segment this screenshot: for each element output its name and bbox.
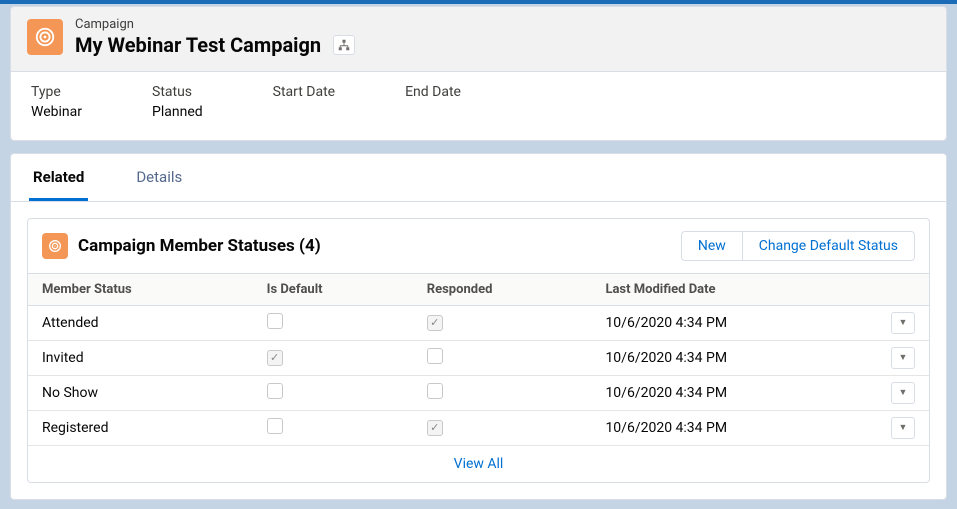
view-all-link[interactable]: View All <box>454 456 504 472</box>
new-button[interactable]: New <box>681 231 743 261</box>
cell-status[interactable]: Registered <box>28 410 253 445</box>
tab-details[interactable]: Details <box>132 154 186 201</box>
cell-is-default <box>253 305 413 340</box>
campaign-icon <box>27 19 63 55</box>
checkbox-responded <box>427 383 443 399</box>
field-value: Webinar <box>31 104 82 120</box>
field-value: Planned <box>152 104 203 120</box>
cell-actions <box>877 340 929 375</box>
cell-modified: 10/6/2020 4:34 PM <box>591 375 877 410</box>
checkbox-is-default <box>267 383 283 399</box>
content-card: Related Details Campaign Member Statuses… <box>10 153 947 500</box>
related-list-card: Campaign Member Statuses (4) New Change … <box>27 218 930 483</box>
table-row: Attended 10/6/2020 4:34 PM <box>28 305 929 340</box>
col-responded[interactable]: Responded <box>413 273 592 305</box>
table-row: No Show 10/6/2020 4:34 PM <box>28 375 929 410</box>
field-status: Status Planned <box>152 84 203 120</box>
object-label: Campaign <box>75 17 355 33</box>
hierarchy-button[interactable] <box>333 35 355 55</box>
cell-responded <box>413 305 592 340</box>
field-label: Type <box>31 84 82 100</box>
cell-actions <box>877 410 929 445</box>
related-list-actions: New Change Default Status <box>681 231 915 261</box>
cell-is-default <box>253 340 413 375</box>
cell-status[interactable]: Invited <box>28 340 253 375</box>
col-member-status[interactable]: Member Status <box>28 273 253 305</box>
checkbox-is-default <box>267 350 283 366</box>
cell-modified: 10/6/2020 4:34 PM <box>591 340 877 375</box>
col-actions <box>877 273 929 305</box>
page-title: My Webinar Test Campaign <box>75 33 321 57</box>
checkbox-is-default <box>267 418 283 434</box>
row-menu-button[interactable] <box>891 347 915 369</box>
checkbox-is-default <box>267 313 283 329</box>
campaign-member-status-icon <box>42 233 68 259</box>
record-highlights: Type Webinar Status Planned Start Date E… <box>11 71 946 140</box>
cell-responded <box>413 375 592 410</box>
col-last-modified[interactable]: Last Modified Date <box>591 273 877 305</box>
col-is-default[interactable]: Is Default <box>253 273 413 305</box>
cell-status[interactable]: No Show <box>28 375 253 410</box>
related-list-title: Campaign Member Statuses (4) <box>78 236 681 256</box>
table-row: Registered 10/6/2020 4:34 PM <box>28 410 929 445</box>
cell-status[interactable]: Attended <box>28 305 253 340</box>
cell-modified: 10/6/2020 4:34 PM <box>591 410 877 445</box>
record-header-text: Campaign My Webinar Test Campaign <box>75 17 355 57</box>
cell-responded <box>413 410 592 445</box>
cell-actions <box>877 375 929 410</box>
cell-modified: 10/6/2020 4:34 PM <box>591 305 877 340</box>
table-row: Invited 10/6/2020 4:34 PM <box>28 340 929 375</box>
cell-responded <box>413 340 592 375</box>
related-tab-body: Campaign Member Statuses (4) New Change … <box>11 202 946 499</box>
cell-is-default <box>253 375 413 410</box>
row-menu-button[interactable] <box>891 382 915 404</box>
tab-related[interactable]: Related <box>29 154 88 201</box>
view-all-footer: View All <box>28 446 929 482</box>
cell-is-default <box>253 410 413 445</box>
record-header: Campaign My Webinar Test Campaign Type W… <box>10 6 947 141</box>
field-label: Start Date <box>273 84 335 100</box>
field-label: End Date <box>405 84 461 100</box>
checkbox-responded <box>427 348 443 364</box>
record-header-top: Campaign My Webinar Test Campaign <box>11 7 946 71</box>
field-end-date: End Date <box>405 84 461 120</box>
field-start-date: Start Date <box>273 84 335 120</box>
checkbox-responded <box>427 420 443 436</box>
related-list-header: Campaign Member Statuses (4) New Change … <box>28 219 929 273</box>
change-default-status-button[interactable]: Change Default Status <box>742 231 915 261</box>
cell-actions <box>877 305 929 340</box>
row-menu-button[interactable] <box>891 312 915 334</box>
member-status-table: Member Status Is Default Responded Last … <box>28 273 929 446</box>
field-label: Status <box>152 84 203 100</box>
checkbox-responded <box>427 315 443 331</box>
tab-bar: Related Details <box>11 154 946 202</box>
field-type: Type Webinar <box>31 84 82 120</box>
row-menu-button[interactable] <box>891 417 915 439</box>
